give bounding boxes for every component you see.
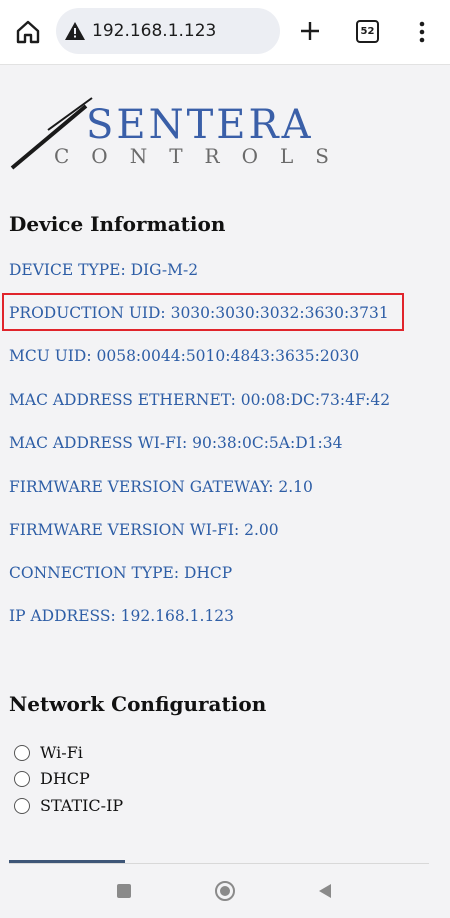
warning-icon[interactable]	[64, 20, 86, 42]
wifi-radio[interactable]	[14, 744, 30, 761]
connection-type[interactable]: CONNECTION TYPE: DHCP	[9, 564, 232, 582]
network-configuration-title: Network Configuration	[9, 692, 267, 716]
firmware-version-gateway[interactable]: FIRMWARE VERSION GATEWAY: 2.10	[9, 478, 313, 496]
dhcp-radio[interactable]	[14, 770, 30, 787]
more-options-icon[interactable]	[414, 20, 430, 44]
sentera-logo: SENTERA CONTROLS	[10, 97, 348, 170]
static-ip-radio[interactable]	[14, 797, 30, 814]
option-static-ip[interactable]: STATIC-IP	[14, 796, 123, 815]
device-information-title: Device Information	[9, 212, 226, 236]
logo-brand: SENTERA	[86, 102, 313, 148]
mac-address-ethernet[interactable]: MAC ADDRESS ETHERNET: 00:08:DC:73:4F:42	[9, 391, 390, 409]
tab-count-button[interactable]: 52	[356, 20, 379, 43]
browser-toolbar: 192.168.1.123 52	[0, 0, 450, 65]
home-nav-icon[interactable]	[215, 881, 235, 901]
address-bar[interactable]: 192.168.1.123	[56, 8, 280, 54]
tab-count: 52	[360, 26, 375, 37]
back-icon[interactable]	[318, 883, 332, 899]
wifi-label[interactable]: Wi-Fi	[40, 743, 83, 762]
device-type[interactable]: DEVICE TYPE: DIG-M-2	[9, 261, 198, 279]
logo-subtitle: CONTROLS	[54, 144, 348, 168]
url-text[interactable]: 192.168.1.123	[92, 21, 216, 41]
home-icon[interactable]	[14, 18, 42, 46]
static-ip-label[interactable]: STATIC-IP	[40, 796, 123, 815]
system-navigation-bar	[0, 865, 450, 918]
mcu-uid[interactable]: MCU UID: 0058:0044:5010:4843:3635:2030	[9, 347, 359, 365]
divider	[9, 863, 429, 864]
new-tab-icon[interactable]	[298, 19, 322, 43]
highlight-box	[2, 293, 404, 331]
option-wifi[interactable]: Wi-Fi	[14, 743, 83, 762]
ip-address[interactable]: IP ADDRESS: 192.168.1.123	[9, 607, 234, 625]
option-dhcp[interactable]: DHCP	[14, 769, 90, 788]
dhcp-label[interactable]: DHCP	[40, 769, 90, 788]
mac-address-wifi[interactable]: MAC ADDRESS WI-FI: 90:38:0C:5A:D1:34	[9, 434, 342, 452]
firmware-version-wifi[interactable]: FIRMWARE VERSION WI-FI: 2.00	[9, 521, 279, 539]
recents-icon[interactable]	[117, 884, 131, 898]
